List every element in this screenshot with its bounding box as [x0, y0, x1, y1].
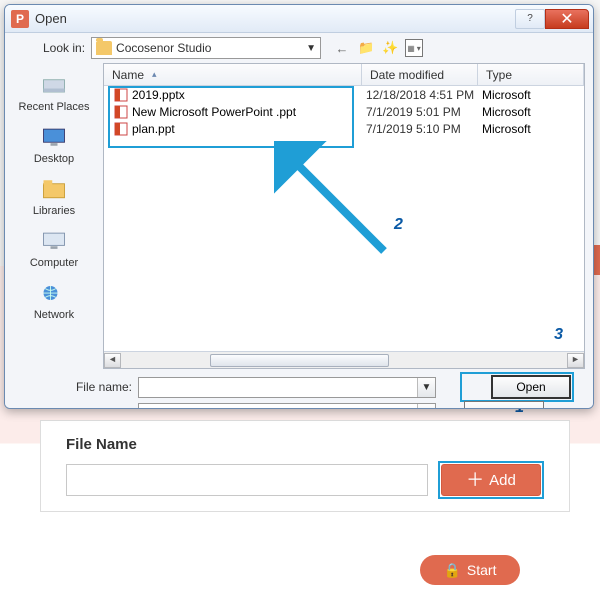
file-row[interactable]: plan.ppt 7/1/2019 5:10 PM Microsoft [104, 120, 584, 137]
sidebar-item-network[interactable]: Network [32, 277, 76, 323]
scroll-right-icon[interactable]: ► [567, 353, 584, 368]
file-list: Name▴ Date modified Type 2019.pptx 12/18… [103, 63, 585, 369]
col-header-date[interactable]: Date modified [362, 64, 478, 85]
view-mode-icon[interactable]: ▦ [405, 39, 423, 57]
start-button[interactable]: 🔒 Start [420, 555, 520, 585]
col-header-type[interactable]: Type [478, 64, 584, 85]
open-button[interactable]: Open [491, 375, 571, 399]
add-button-label: Add [489, 472, 516, 489]
open-dialog: P Open ? ✕ Look in: Cocosenor Studio ▼ ←… [4, 4, 594, 409]
files-type-value [139, 404, 417, 410]
places-sidebar: Recent Places Desktop Libraries Computer… [5, 63, 103, 369]
ppt-icon [114, 122, 128, 136]
help-button[interactable]: ? [515, 9, 545, 29]
file-name-field[interactable] [139, 378, 417, 397]
files-type-label: Files of type: [13, 406, 138, 409]
look-in-combo[interactable]: Cocosenor Studio ▼ [91, 37, 321, 59]
annotation-arrow [274, 141, 394, 261]
sidebar-item-recent[interactable]: Recent Places [17, 69, 92, 115]
back-icon[interactable]: ← [333, 39, 351, 57]
annotation-3: 3 [554, 326, 563, 344]
files-type-combo[interactable]: ▼ [138, 403, 436, 410]
chevron-down-icon[interactable]: ▼ [417, 404, 435, 410]
h-scrollbar[interactable]: ◄ ► [104, 351, 584, 368]
cancel-button[interactable]: Cancel [464, 401, 544, 409]
file-name-input[interactable] [66, 464, 428, 496]
close-button[interactable]: ✕ [545, 9, 589, 29]
scroll-thumb[interactable] [210, 354, 388, 367]
start-button-label: Start [467, 562, 497, 578]
annotation-2: 2 [394, 216, 403, 234]
file-name-combo[interactable]: ▼ [138, 377, 436, 398]
titlebar: P Open ? ✕ [5, 5, 593, 33]
sidebar-item-computer[interactable]: Computer [28, 225, 80, 271]
add-button[interactable]: ＋ Add [441, 464, 541, 496]
new-folder-icon[interactable]: ✨ [381, 39, 399, 57]
chevron-down-icon[interactable]: ▼ [417, 378, 435, 397]
plus-icon: ＋ [466, 471, 484, 489]
up-folder-icon[interactable]: 📁 [357, 39, 375, 57]
look-in-value: Cocosenor Studio [116, 41, 302, 55]
folder-icon [96, 41, 112, 55]
dialog-title: Open [35, 11, 67, 26]
sidebar-item-desktop[interactable]: Desktop [32, 121, 76, 167]
file-name-field-label: File name: [13, 380, 138, 394]
look-in-label: Look in: [43, 41, 85, 55]
ppt-icon [114, 88, 128, 102]
sort-asc-icon: ▴ [152, 69, 157, 80]
scroll-left-icon[interactable]: ◄ [104, 353, 121, 368]
col-header-name[interactable]: Name▴ [104, 64, 362, 85]
ppt-icon [114, 105, 128, 119]
chevron-down-icon: ▼ [302, 43, 320, 54]
file-row[interactable]: New Microsoft PowerPoint .ppt 7/1/2019 5… [104, 103, 584, 120]
file-row[interactable]: 2019.pptx 12/18/2018 4:51 PM Microsoft [104, 86, 584, 103]
lock-icon: 🔒 [443, 562, 460, 579]
file-name-label: File Name [66, 436, 544, 453]
sidebar-item-libraries[interactable]: Libraries [31, 173, 77, 219]
file-name-panel: 1 File Name ＋ Add [40, 420, 570, 512]
app-icon: P [11, 10, 29, 28]
